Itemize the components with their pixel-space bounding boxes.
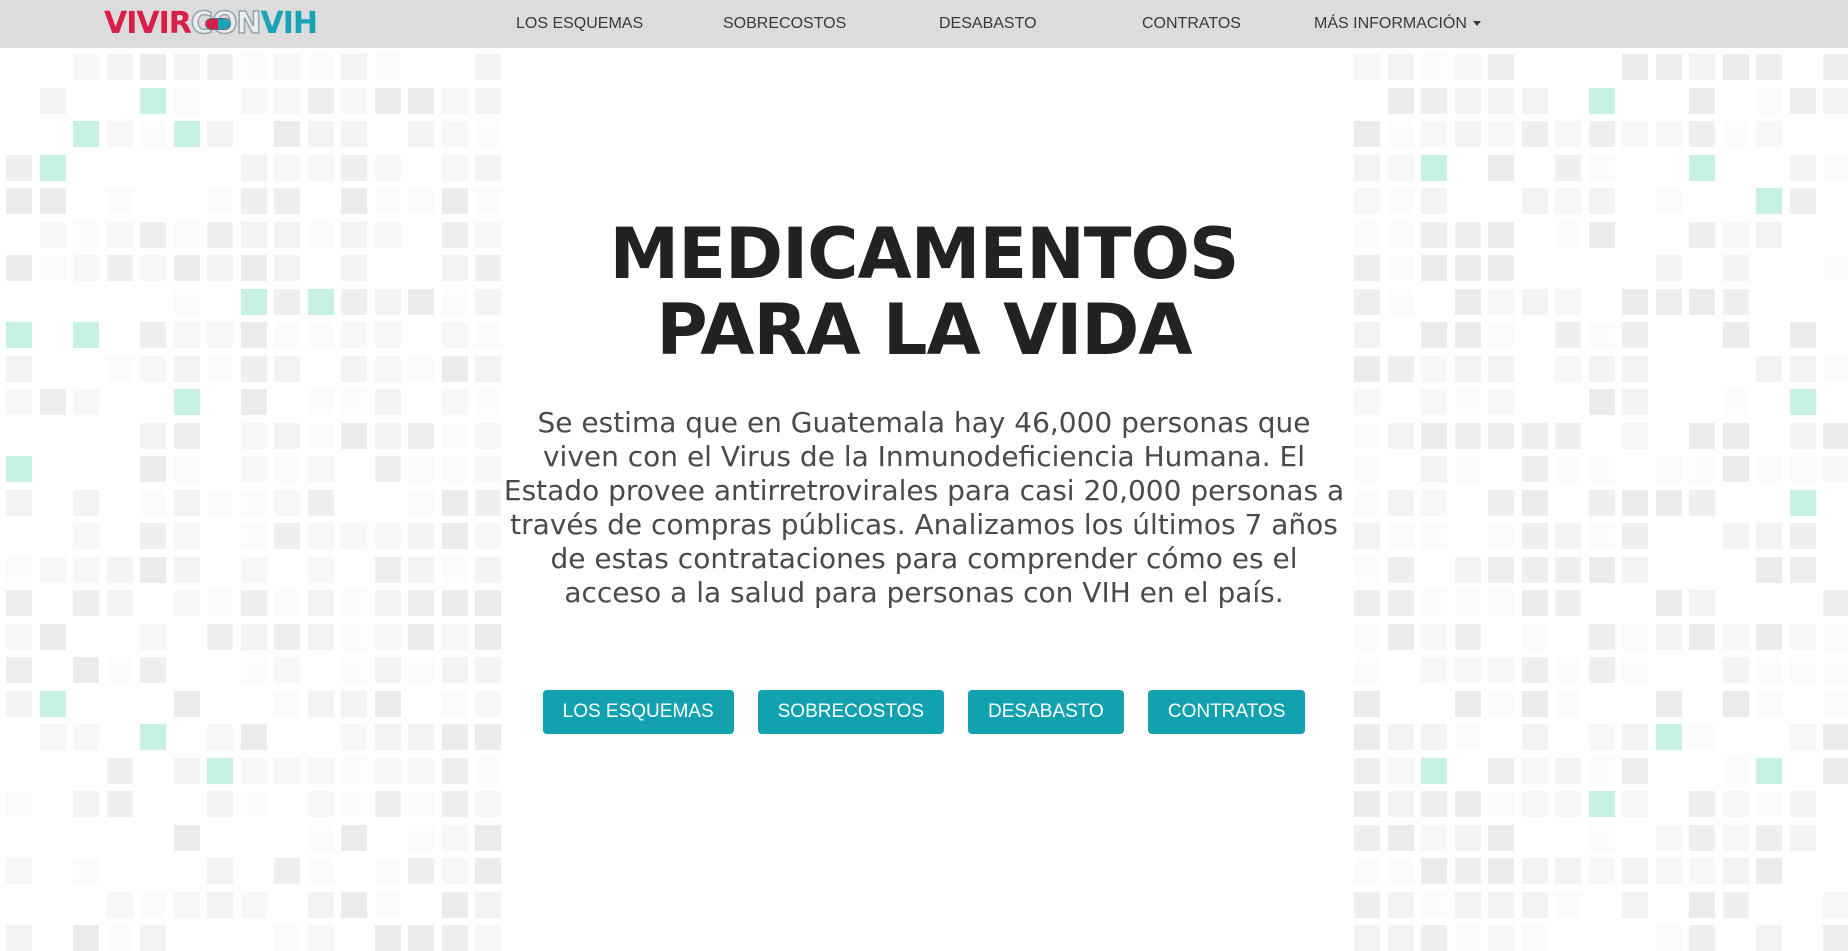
caret-down-icon: [1472, 21, 1481, 27]
page-title: MEDICAMENTOS PARA LA VIDA: [0, 216, 1848, 368]
nav-link-sobrecostos[interactable]: SOBRECOSTOS: [723, 0, 846, 48]
section-buttons: LOS ESQUEMAS SOBRECOSTOS DESABASTO CONTR…: [0, 690, 1848, 734]
nav-dropdown-label: MÁS INFORMACIÓN: [1314, 15, 1467, 32]
pill-icon: [204, 18, 231, 30]
nav-link-esquemas[interactable]: LOS ESQUEMAS: [516, 0, 643, 48]
logo-text-vivir: VIVIR: [104, 6, 192, 41]
title-line-1: MEDICAMENTOS: [609, 213, 1240, 295]
logo-text-vih: VIH: [260, 6, 318, 41]
top-navbar: VIVIR CON VIH LOS ESQUEMAS SOBRECOSTOS D…: [0, 0, 1848, 48]
nav-dropdown-mas-informacion[interactable]: MÁS INFORMACIÓN: [1314, 0, 1481, 48]
nav-link-desabasto[interactable]: DESABASTO: [939, 0, 1037, 48]
hero-section: MEDICAMENTOS PARA LA VIDA Se estima que …: [0, 48, 1848, 947]
logo-con-group: CON: [190, 6, 262, 42]
intro-paragraph: Se estima que en Guatemala hay 46,000 pe…: [503, 406, 1345, 609]
esquemas-button[interactable]: LOS ESQUEMAS: [542, 690, 734, 734]
site-logo[interactable]: VIVIR CON VIH: [104, 6, 318, 42]
nav-link-contratos[interactable]: CONTRATOS: [1142, 0, 1241, 48]
contratos-button[interactable]: CONTRATOS: [1147, 690, 1306, 734]
title-line-2: PARA LA VIDA: [656, 289, 1192, 371]
sobrecostos-button[interactable]: SOBRECOSTOS: [757, 690, 945, 734]
desabasto-button[interactable]: DESABASTO: [968, 690, 1124, 734]
